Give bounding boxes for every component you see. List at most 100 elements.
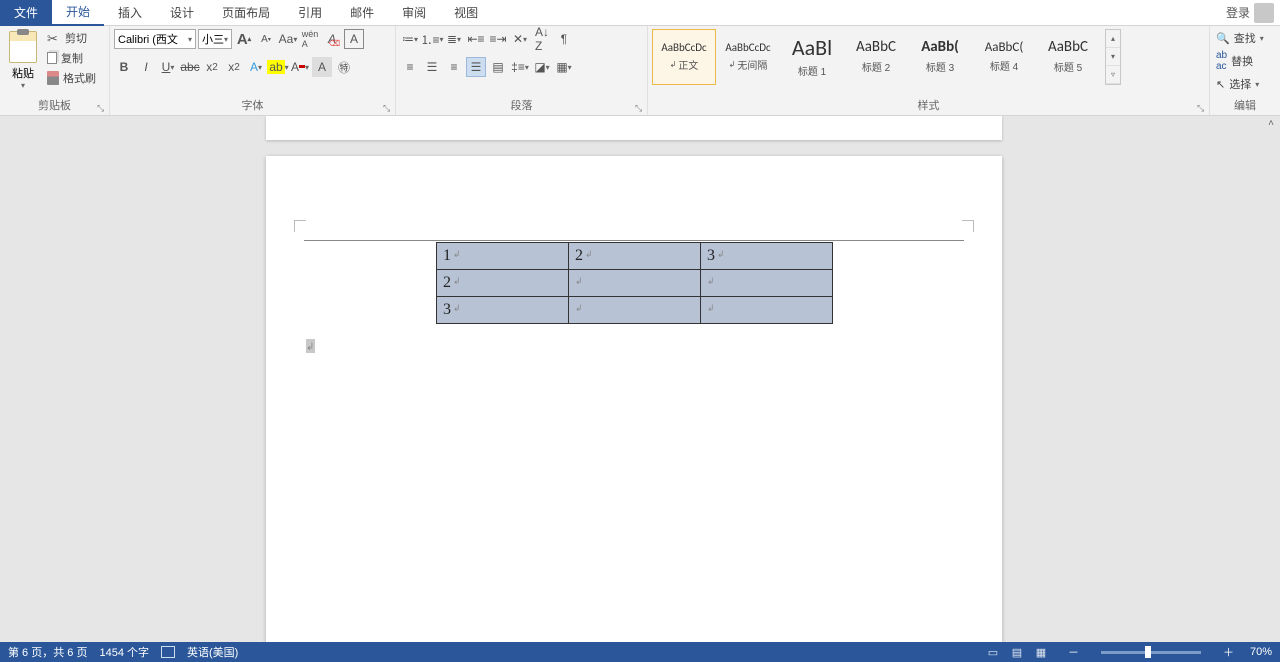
- tab-view[interactable]: 视图: [440, 0, 492, 26]
- tab-file[interactable]: 文件: [0, 0, 52, 26]
- table-cell[interactable]: 3↲: [701, 243, 833, 270]
- read-mode-button[interactable]: ▭: [982, 644, 1004, 660]
- status-word-count[interactable]: 1454 个字: [99, 644, 149, 660]
- dialog-launcher-icon[interactable]: ⤡: [1197, 103, 1207, 113]
- shading-button[interactable]: ◪▾: [532, 57, 552, 77]
- superscript-button[interactable]: x2: [224, 57, 244, 77]
- table-cell[interactable]: ↲: [701, 297, 833, 324]
- zoom-in-button[interactable]: ＋: [1219, 644, 1238, 660]
- tab-design[interactable]: 设计: [156, 0, 208, 26]
- zoom-level[interactable]: 70%: [1250, 646, 1272, 658]
- style-name-label: 标题 5: [1054, 59, 1082, 74]
- dialog-launcher-icon[interactable]: ⤡: [635, 103, 645, 113]
- char-border-button[interactable]: A: [344, 29, 364, 49]
- zoom-out-button[interactable]: －: [1064, 644, 1083, 660]
- align-center-button[interactable]: ☰: [422, 57, 442, 77]
- underline-button[interactable]: U▾: [158, 57, 178, 77]
- table-cell[interactable]: 1↲: [437, 243, 569, 270]
- style-item-2[interactable]: AaBl标题 1: [780, 29, 844, 85]
- asian-layout-button[interactable]: ✕▾: [510, 29, 530, 49]
- cell-mark-icon: ↲: [707, 303, 715, 314]
- page[interactable]: 1↲2↲3↲2↲↲↲3↲↲↲: [266, 156, 1002, 642]
- dialog-launcher-icon[interactable]: ⤡: [97, 103, 107, 113]
- strikethrough-button[interactable]: abc: [180, 57, 200, 77]
- table-cell[interactable]: ↲: [569, 270, 701, 297]
- table-cell[interactable]: ↲: [701, 270, 833, 297]
- table-cell[interactable]: ↲: [569, 297, 701, 324]
- subscript-button[interactable]: x2: [202, 57, 222, 77]
- align-left-button[interactable]: ≡: [400, 57, 420, 77]
- find-button[interactable]: 🔍查找▾: [1214, 29, 1266, 47]
- style-item-5[interactable]: AaBbC(标题 4: [972, 29, 1036, 85]
- replace-button[interactable]: abac替换: [1214, 49, 1266, 73]
- bullets-button[interactable]: ≔▾: [400, 29, 420, 49]
- char-shading-button[interactable]: A: [312, 57, 332, 77]
- copy-button[interactable]: 复制: [45, 49, 98, 67]
- align-justify-button[interactable]: ☰: [466, 57, 486, 77]
- styles-down-button[interactable]: ▾: [1106, 48, 1120, 66]
- line-spacing-button[interactable]: ‡≡▾: [510, 57, 530, 77]
- distribute-button[interactable]: ▤: [488, 57, 508, 77]
- table-cell[interactable]: 3↲: [437, 297, 569, 324]
- shrink-font-button[interactable]: A▾: [256, 29, 276, 49]
- text-effects-button[interactable]: A▾: [246, 57, 266, 77]
- styles-more-button[interactable]: ▿: [1106, 66, 1120, 84]
- brush-icon: [47, 71, 59, 85]
- cell-mark-icon: ↲: [453, 303, 461, 314]
- style-item-6[interactable]: AaBbC标题 5: [1036, 29, 1100, 85]
- print-layout-button[interactable]: ▤: [1006, 644, 1028, 660]
- tab-home[interactable]: 开始: [52, 0, 104, 26]
- group-clipboard: 粘贴 ▾ ✂剪切 复制 格式刷 剪贴板 ⤡: [0, 26, 110, 115]
- cell-mark-icon: ↲: [453, 276, 461, 287]
- grow-font-button[interactable]: A▴: [234, 29, 254, 49]
- table-cell[interactable]: 2↲: [569, 243, 701, 270]
- font-size-combo[interactable]: 小三▾: [198, 29, 232, 49]
- tab-layout[interactable]: 页面布局: [208, 0, 284, 26]
- italic-button[interactable]: I: [136, 57, 156, 77]
- change-case-button[interactable]: Aa▾: [278, 29, 298, 49]
- style-item-4[interactable]: AaBb(标题 3: [908, 29, 972, 85]
- bold-button[interactable]: B: [114, 57, 134, 77]
- zoom-slider-handle[interactable]: [1145, 646, 1151, 658]
- login-area[interactable]: 登录: [1220, 3, 1280, 23]
- tab-references[interactable]: 引用: [284, 0, 336, 26]
- spellcheck-icon[interactable]: [161, 646, 175, 658]
- styles-gallery: AaBbCcDc↲正文AaBbCcDc↲无间隔AaBl标题 1AaBbC标题 2…: [652, 29, 1100, 85]
- document-table[interactable]: 1↲2↲3↲2↲↲↲3↲↲↲: [436, 242, 833, 324]
- show-marks-button[interactable]: ¶: [554, 29, 574, 49]
- paste-label: 粘贴: [12, 65, 34, 81]
- style-item-3[interactable]: AaBbC标题 2: [844, 29, 908, 85]
- enclose-char-button[interactable]: ㊕: [334, 57, 354, 77]
- phonetic-guide-button[interactable]: wénA: [300, 29, 320, 49]
- style-item-1[interactable]: AaBbCcDc↲无间隔: [716, 29, 780, 85]
- align-right-button[interactable]: ≡: [444, 57, 464, 77]
- tab-review[interactable]: 审阅: [388, 0, 440, 26]
- format-painter-button[interactable]: 格式刷: [45, 69, 98, 87]
- indent-decrease-button[interactable]: ⇤≡: [466, 29, 486, 49]
- style-preview: AaBbCcDc: [661, 42, 706, 53]
- clear-format-button[interactable]: A⌫: [322, 29, 342, 49]
- font-color-button[interactable]: A▾: [290, 57, 310, 77]
- indent-increase-button[interactable]: ≡⇥: [488, 29, 508, 49]
- select-button[interactable]: ↖选择▾: [1214, 75, 1266, 93]
- style-preview: AaBbC(: [985, 41, 1024, 54]
- collapse-ribbon-button[interactable]: ˄: [1264, 116, 1278, 131]
- borders-button[interactable]: ▦▾: [554, 57, 574, 77]
- font-name-combo[interactable]: Calibri (西文▾: [114, 29, 196, 49]
- status-page[interactable]: 第 6 页，共 6 页: [8, 644, 87, 660]
- web-layout-button[interactable]: ▦: [1030, 644, 1052, 660]
- tab-mailings[interactable]: 邮件: [336, 0, 388, 26]
- status-language[interactable]: 英语(美国): [187, 644, 238, 660]
- tab-insert[interactable]: 插入: [104, 0, 156, 26]
- sort-button[interactable]: A↓Z: [532, 29, 552, 49]
- styles-up-button[interactable]: ▴: [1106, 30, 1120, 48]
- dialog-launcher-icon[interactable]: ⤡: [383, 103, 393, 113]
- paste-button[interactable]: 粘贴 ▾: [4, 29, 42, 92]
- style-item-0[interactable]: AaBbCcDc↲正文: [652, 29, 716, 85]
- highlight-button[interactable]: ab▾: [268, 57, 288, 77]
- multilevel-list-button[interactable]: ≣▾: [444, 29, 464, 49]
- table-cell[interactable]: 2↲: [437, 270, 569, 297]
- zoom-slider[interactable]: [1101, 651, 1201, 654]
- cut-button[interactable]: ✂剪切: [45, 29, 98, 47]
- numbering-button[interactable]: ⒈≡▾: [422, 29, 442, 49]
